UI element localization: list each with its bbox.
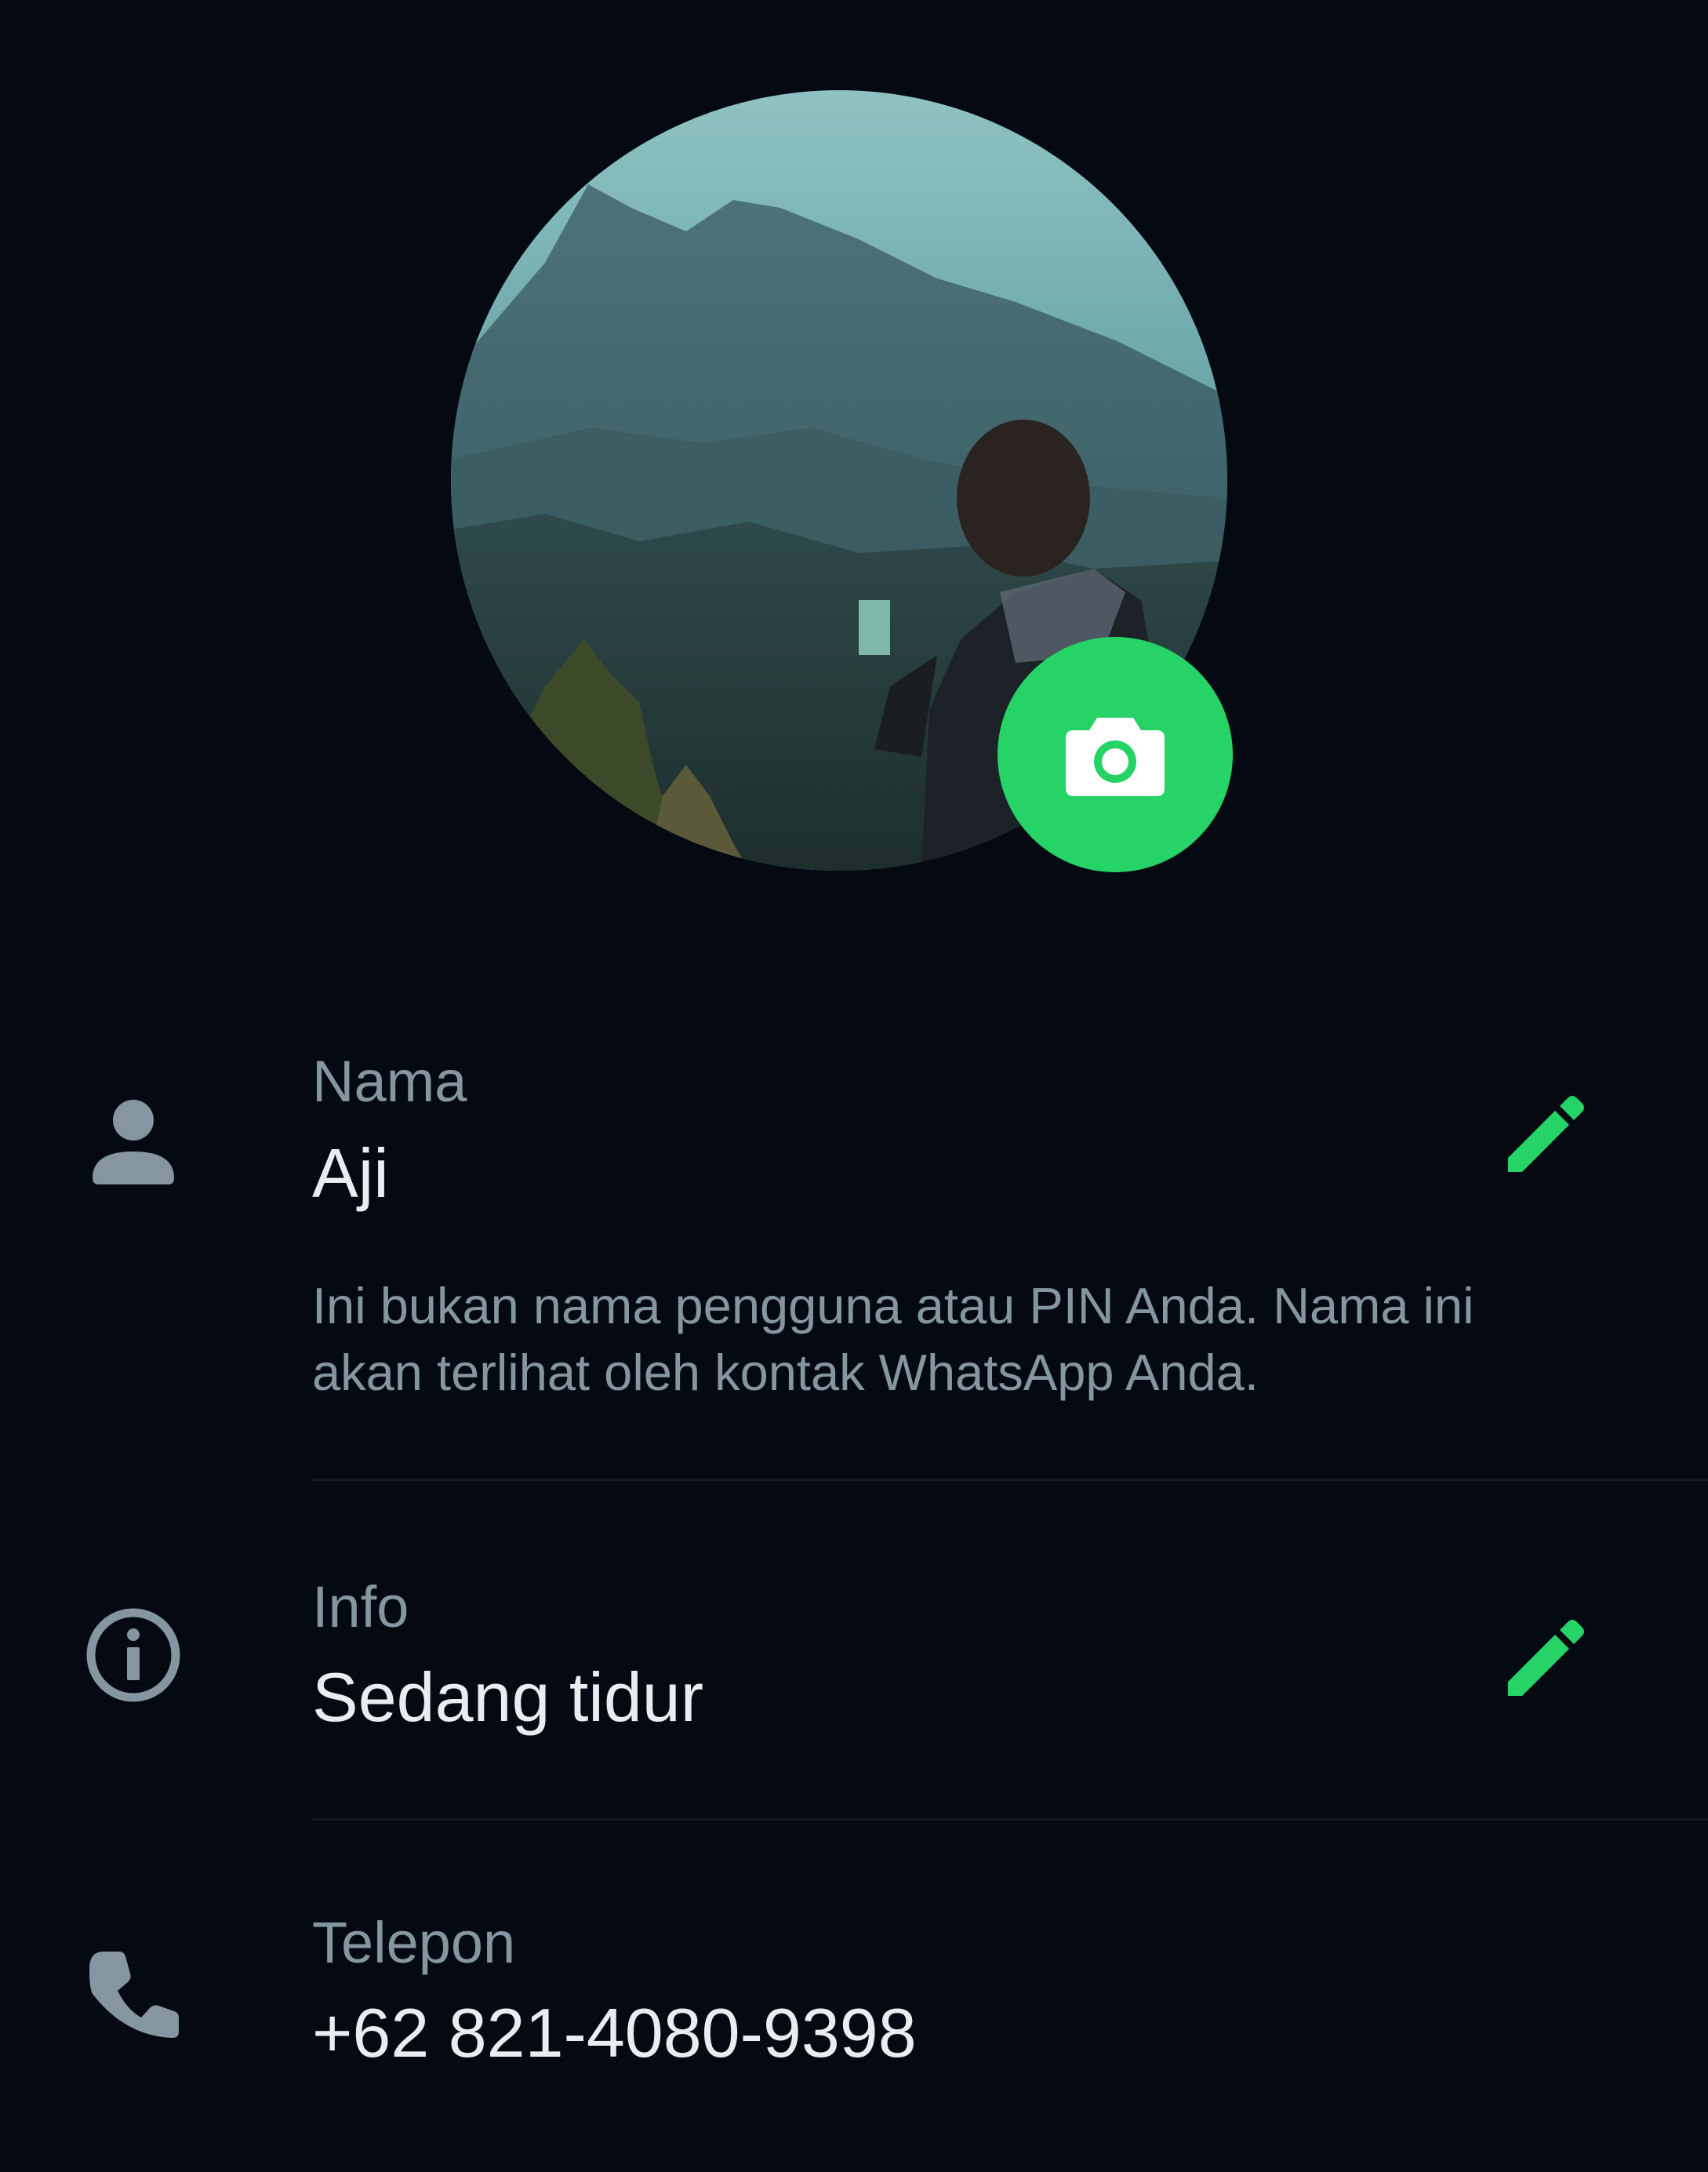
phone-value: +62 821-4080-9398 xyxy=(312,1994,917,2072)
divider xyxy=(312,1479,1708,1481)
edit-name-button[interactable] xyxy=(1494,1082,1596,1184)
about-label: Info xyxy=(312,1574,409,1639)
edit-about-button[interactable] xyxy=(1494,1606,1596,1708)
about-row[interactable]: Info Sedang tidur xyxy=(0,1537,1708,1788)
pencil-icon xyxy=(1508,1096,1584,1172)
person-icon xyxy=(78,1082,188,1192)
phone-icon xyxy=(78,1937,188,2047)
name-value: Aji xyxy=(312,1134,389,1212)
divider xyxy=(312,1818,1708,1821)
name-hint: Ini bukan nama pengguna atau PIN Anda. N… xyxy=(312,1277,1474,1401)
name-label: Nama xyxy=(312,1049,467,1114)
about-value: Sedang tidur xyxy=(312,1658,704,1736)
pencil-icon xyxy=(1508,1620,1584,1696)
camera-icon xyxy=(1066,718,1165,796)
change-photo-button[interactable] xyxy=(998,637,1233,872)
phone-row[interactable]: Telepon +62 821-4080-9398 xyxy=(0,1883,1708,2134)
info-icon xyxy=(78,1600,188,1710)
name-row[interactable]: Nama Aji Ini bukan nama pengguna atau PI… xyxy=(0,1020,1708,1490)
phone-label: Telepon xyxy=(312,1910,516,1975)
